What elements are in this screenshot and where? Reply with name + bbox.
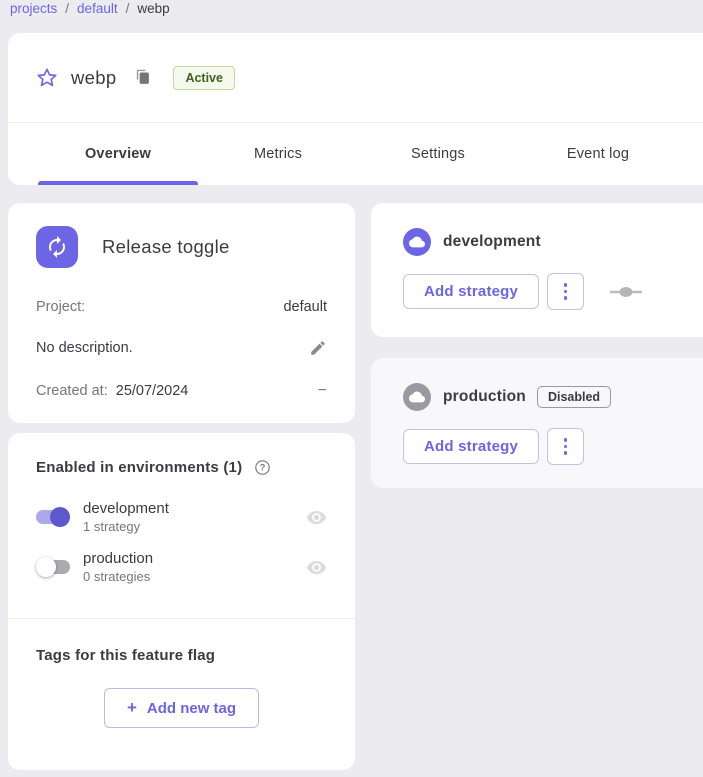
kebab-menu-icon <box>564 438 568 442</box>
project-row: Project: default <box>36 299 327 315</box>
visibility-eye-icon[interactable] <box>306 557 327 578</box>
project-label: Project: <box>36 299 85 315</box>
project-value: default <box>283 299 327 315</box>
edit-description-icon[interactable] <box>309 339 327 357</box>
flag-type-label: Release toggle <box>102 236 230 258</box>
status-badge: Active <box>173 66 235 90</box>
environment-strategy-count: 1 strategy <box>83 519 306 534</box>
tags-title: Tags for this feature flag <box>36 647 327 664</box>
breadcrumb-current: webp <box>137 1 169 16</box>
breadcrumb: projects / default / webp <box>10 1 170 16</box>
help-icon[interactable]: ? <box>254 459 271 476</box>
page-title: webp <box>71 67 116 89</box>
collapse-details-icon[interactable]: − <box>318 386 327 396</box>
environment-name: development <box>83 500 306 517</box>
environment-row-production: production 0 strategies <box>36 550 327 584</box>
disabled-badge: Disabled <box>537 386 611 408</box>
environment-panel-name: production <box>443 388 526 406</box>
development-environment-panel: development Add strategy <box>371 203 703 337</box>
tab-settings[interactable]: Settings <box>358 146 518 162</box>
environments-title: Enabled in environments (1) <box>36 459 242 476</box>
environment-strategy-count: 0 strategies <box>83 569 306 584</box>
production-toggle[interactable] <box>36 557 70 577</box>
description-row: No description. <box>36 339 327 357</box>
created-label: Created at: <box>36 383 108 399</box>
environment-name: production <box>83 550 306 567</box>
development-toggle[interactable] <box>36 507 70 527</box>
flag-details-card: Release toggle Project: default No descr… <box>8 203 355 423</box>
created-row: Created at: 25/07/2024 − <box>36 383 327 399</box>
environment-cloud-icon <box>403 383 431 411</box>
description-text: No description. <box>36 340 133 356</box>
production-environment-panel: production Disabled Add strategy <box>371 358 703 488</box>
tab-bar: Overview Metrics Settings Event log <box>8 122 703 185</box>
environment-menu-button[interactable] <box>547 273 584 310</box>
environment-menu-button[interactable] <box>547 428 584 465</box>
visibility-eye-icon[interactable] <box>306 507 327 528</box>
release-toggle-icon <box>36 226 78 268</box>
created-value: 25/07/2024 <box>116 383 189 399</box>
breadcrumb-separator: / <box>126 1 130 16</box>
breadcrumb-separator: / <box>65 1 69 16</box>
add-strategy-button[interactable]: Add strategy <box>403 429 539 464</box>
add-strategy-button[interactable]: Add strategy <box>403 274 539 309</box>
add-new-tag-label: Add new tag <box>147 700 236 717</box>
environment-cloud-icon <box>403 228 431 256</box>
svg-text:?: ? <box>260 463 266 473</box>
copy-name-icon[interactable] <box>134 69 151 86</box>
kebab-menu-icon <box>564 283 568 287</box>
breadcrumb-default[interactable]: default <box>77 1 118 16</box>
strategy-connector-icon <box>608 286 644 298</box>
environments-card: Enabled in environments (1) ? developmen… <box>8 433 355 770</box>
tags-section: Tags for this feature flag + Add new tag <box>8 618 355 756</box>
tab-overview[interactable]: Overview <box>38 146 198 162</box>
breadcrumb-projects[interactable]: projects <box>10 1 57 16</box>
tab-metrics[interactable]: Metrics <box>198 146 358 162</box>
environment-row-development: development 1 strategy <box>36 500 327 534</box>
environments-section: Enabled in environments (1) ? developmen… <box>8 433 355 618</box>
add-new-tag-button[interactable]: + Add new tag <box>104 688 259 728</box>
flag-type-row: Release toggle <box>36 226 327 268</box>
tab-event-log[interactable]: Event log <box>518 146 678 162</box>
active-tab-indicator <box>38 181 198 185</box>
plus-icon: + <box>127 698 137 718</box>
flag-header-card: webp Active Overview Metrics Settings Ev… <box>8 33 703 185</box>
flag-title-row: webp Active <box>8 33 703 122</box>
environment-panel-name: development <box>443 233 541 251</box>
favorite-star-icon[interactable] <box>36 67 58 89</box>
feature-flag-page: projects / default / webp webp Active Ov… <box>0 0 703 777</box>
